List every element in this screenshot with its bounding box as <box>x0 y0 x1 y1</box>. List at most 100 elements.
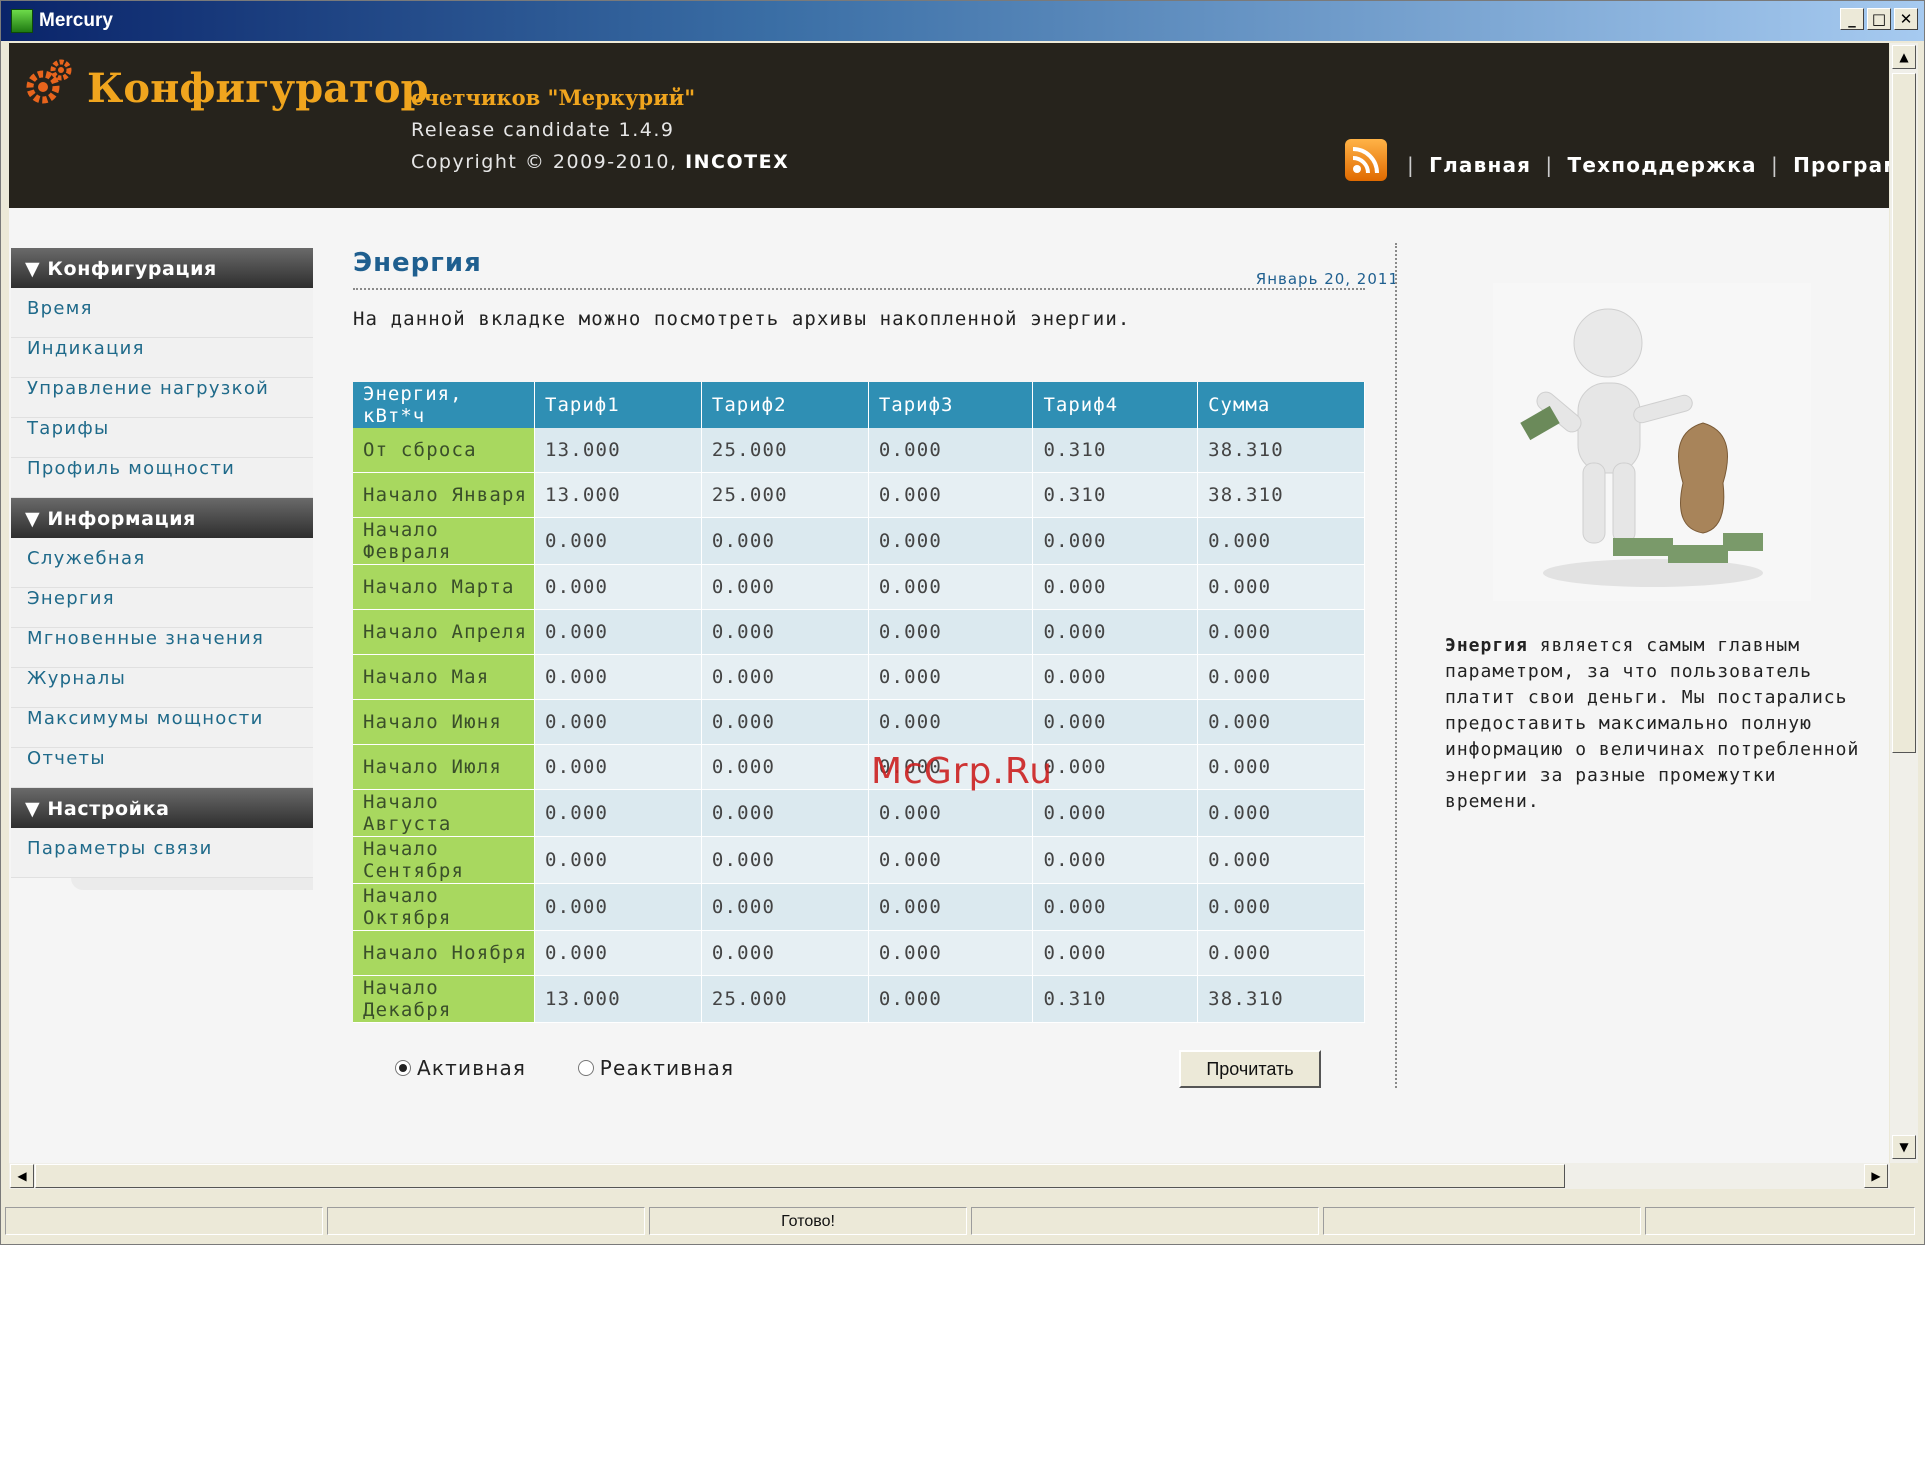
row-label-cell: Начало Октября <box>353 883 535 931</box>
energy-table-body: От сброса 13.000 25.000 0.000 0.310 38.310 Нач… <box>353 428 1365 1023</box>
value-cell: 0.000 <box>1032 789 1199 837</box>
value-cell: 0.000 <box>1197 699 1365 745</box>
sidebar-section-settings[interactable]: ▼ Настройка <box>11 788 313 828</box>
sidebar-section-information[interactable]: ▼ Информация <box>11 498 313 538</box>
column-header: Тариф3 <box>868 382 1034 428</box>
vertical-scroll-thumb[interactable] <box>1892 73 1916 753</box>
sidebar-section-configuration[interactable]: ▼ Конфигурация <box>11 248 313 288</box>
sidebar-item-instant-values[interactable]: Мгновенные значения <box>11 628 313 668</box>
sidebar-item-time[interactable]: Время <box>11 298 313 338</box>
value-cell: 13.000 <box>534 472 702 518</box>
row-label-cell: Начало Марта <box>353 564 535 610</box>
table-row: Начало Июня 0.000 0.000 0.000 0.000 0.000 <box>353 699 1365 745</box>
release-version: Release candidate 1.4.9 <box>411 119 675 141</box>
value-cell: 25.000 <box>701 975 869 1023</box>
table-row: Начало Октября 0.000 0.000 0.000 0.000 0.000 <box>353 883 1365 931</box>
row-label-cell: Начало Сентября <box>353 836 535 884</box>
horizontal-scrollbar[interactable]: ◀ ▶ <box>9 1163 1890 1189</box>
close-button[interactable]: ✕ <box>1894 8 1918 30</box>
table-row: Начало Августа 0.000 0.000 0.000 0.000 0.000 <box>353 789 1365 837</box>
site-header: Конфигуратор счетчиков "Меркурий" Releas… <box>9 43 1889 208</box>
status-text: Готово! <box>649 1207 967 1235</box>
sidebar-item-power-maximums[interactable]: Максимумы мощности <box>11 708 313 748</box>
title-divider <box>353 288 1365 290</box>
table-row: Начало Марта 0.000 0.000 0.000 0.000 0.000 <box>353 564 1365 610</box>
scroll-left-icon[interactable]: ◀ <box>10 1164 34 1188</box>
row-label-cell: Начало Апреля <box>353 609 535 655</box>
nav-support-link[interactable]: Техподдержка <box>1568 153 1757 177</box>
row-label-cell: Начало Августа <box>353 789 535 837</box>
nav-program-link[interactable]: Программа <box>1793 153 1889 177</box>
minimize-button[interactable]: _ <box>1840 8 1864 30</box>
value-cell: 0.000 <box>1032 564 1199 610</box>
value-cell: 0.000 <box>1197 517 1365 565</box>
table-row: Начало Сентября 0.000 0.000 0.000 0.000 0.000 <box>353 836 1365 884</box>
vertical-scrollbar[interactable]: ▲ ▼ <box>1890 43 1918 1163</box>
value-cell: 0.000 <box>534 699 702 745</box>
value-cell: 0.000 <box>534 744 702 790</box>
read-button[interactable]: Прочитать <box>1179 1050 1321 1088</box>
radio-reactive[interactable]: Реактивная <box>577 1056 735 1080</box>
sidebar-item-service[interactable]: Служебная <box>11 548 313 588</box>
value-cell: 0.000 <box>868 472 1034 518</box>
title-bar[interactable]: Mercury _ □ ✕ <box>1 1 1924 41</box>
value-cell: 0.000 <box>701 744 869 790</box>
energy-type-radios: Активная Реактивная <box>395 1056 778 1081</box>
horizontal-scroll-thumb[interactable] <box>35 1164 1565 1188</box>
page-title: Энергия <box>353 248 482 278</box>
value-cell: 0.000 <box>701 930 869 976</box>
sidebar: ▼ Конфигурация Время Индикация Управлени… <box>11 248 313 890</box>
column-header: Тариф2 <box>701 382 869 428</box>
nav-separator: | <box>1770 153 1779 177</box>
scroll-up-icon[interactable]: ▲ <box>1892 45 1916 69</box>
rss-icon[interactable] <box>1345 139 1387 181</box>
sidebar-item-tariffs[interactable]: Тарифы <box>11 418 313 458</box>
value-cell: 0.000 <box>1197 789 1365 837</box>
page-description: На данной вкладке можно посмотреть архив… <box>353 308 1131 330</box>
sidebar-spacer <box>11 538 313 548</box>
column-header: Энергия, кВт*ч <box>353 382 535 428</box>
sidebar-item-display[interactable]: Индикация <box>11 338 313 378</box>
value-cell: 0.000 <box>868 836 1034 884</box>
sidebar-item-connection-params[interactable]: Параметры связи <box>11 838 313 878</box>
sidebar-item-journals[interactable]: Журналы <box>11 668 313 708</box>
value-cell: 0.000 <box>868 609 1034 655</box>
watermark: McGrp.Ru <box>871 751 1054 792</box>
scroll-right-icon[interactable]: ▶ <box>1864 1164 1888 1188</box>
value-cell: 0.000 <box>701 564 869 610</box>
table-row: Начало Ноября 0.000 0.000 0.000 0.000 0.000 <box>353 930 1365 976</box>
maximize-button[interactable]: □ <box>1867 8 1891 30</box>
value-cell: 0.000 <box>701 883 869 931</box>
value-cell: 0.310 <box>1032 472 1199 518</box>
value-cell: 0.000 <box>1032 883 1199 931</box>
value-cell: 0.000 <box>868 883 1034 931</box>
column-divider <box>1395 243 1397 1088</box>
table-row: Начало Апреля 0.000 0.000 0.000 0.000 0.000 <box>353 609 1365 655</box>
table-row: Начало Мая 0.000 0.000 0.000 0.000 0.000 <box>353 654 1365 700</box>
radio-active[interactable]: Активная <box>395 1056 526 1080</box>
row-label-cell: От сброса <box>353 428 535 473</box>
sidebar-item-energy[interactable]: Энергия <box>11 588 313 628</box>
column-header: Сумма <box>1197 382 1365 428</box>
value-cell: 0.000 <box>1197 564 1365 610</box>
value-cell: 38.310 <box>1197 428 1365 473</box>
radio-active-indicator[interactable] <box>395 1060 411 1076</box>
sidebar-item-load-control[interactable]: Управление нагрузкой <box>11 378 313 418</box>
radio-active-label: Активная <box>417 1056 527 1080</box>
window-title: Mercury <box>39 10 113 31</box>
radio-reactive-indicator[interactable] <box>577 1060 594 1076</box>
value-cell: 0.000 <box>868 654 1034 700</box>
scroll-down-icon[interactable]: ▼ <box>1892 1135 1916 1159</box>
sidebar-item-reports[interactable]: Отчеты <box>11 748 313 788</box>
status-cell <box>327 1207 645 1235</box>
sidebar-item-power-profile[interactable]: Профиль мощности <box>11 458 313 498</box>
value-cell: 0.310 <box>1032 975 1199 1023</box>
value-cell: 0.000 <box>1032 930 1199 976</box>
page-date: Январь 20, 2011 <box>1255 270 1399 288</box>
energy-table: Энергия, кВт*ч Тариф1 Тариф2 Тариф3 Тари… <box>353 382 1365 1023</box>
value-cell: 0.000 <box>701 699 869 745</box>
value-cell: 0.000 <box>701 836 869 884</box>
value-cell: 0.000 <box>1197 930 1365 976</box>
nav-home-link[interactable]: Главная <box>1429 153 1531 177</box>
value-cell: 0.000 <box>1197 609 1365 655</box>
